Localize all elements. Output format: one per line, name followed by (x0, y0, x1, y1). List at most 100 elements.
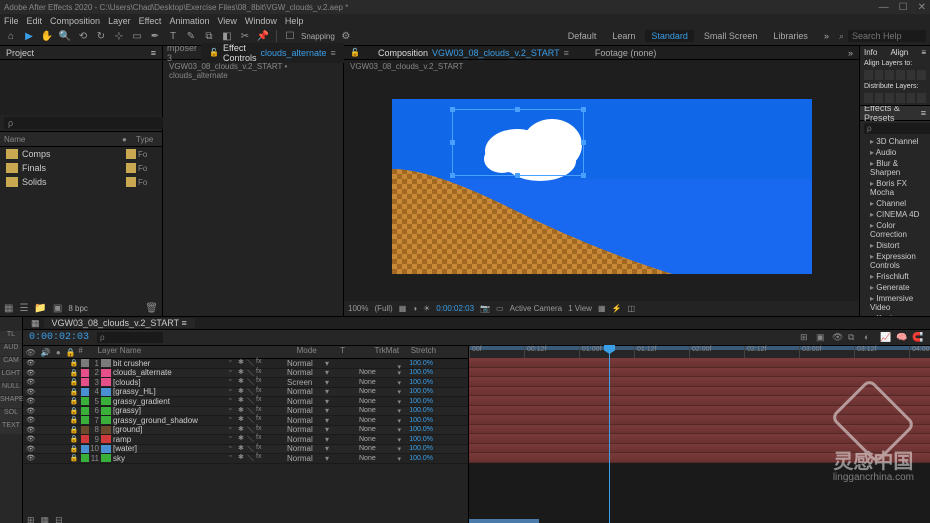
layer-color-label[interactable] (81, 426, 89, 434)
side-tab[interactable]: SOL (0, 409, 22, 421)
blend-mode-dropdown[interactable]: Normal (285, 435, 331, 444)
selection-bounding-box[interactable] (452, 109, 584, 176)
effect-category[interactable]: Immersive Video (860, 293, 930, 313)
menu-help[interactable]: Help (285, 16, 304, 26)
grid-icon[interactable]: ▦ (399, 304, 407, 313)
layer-name[interactable]: ramp (113, 435, 229, 444)
stretch-value[interactable]: 100.0% (403, 436, 433, 443)
layer-name[interactable]: [grassy_HL] (113, 387, 229, 396)
blend-mode-dropdown[interactable]: Normal (285, 416, 331, 425)
blend-mode-dropdown[interactable]: Normal (285, 368, 331, 377)
visibility-toggle[interactable]: 👁 (26, 454, 34, 462)
composition-viewer[interactable] (344, 72, 859, 301)
new-folder-icon[interactable]: 📁 (34, 303, 46, 314)
hide-shy-icon[interactable]: 👁 (832, 332, 844, 344)
lock-toggle[interactable]: 🔒 (70, 369, 78, 377)
layer-name[interactable]: [clouds] (113, 378, 229, 387)
trkmat-dropdown[interactable]: None (357, 436, 403, 443)
workspace-small-screen[interactable]: Small Screen (698, 30, 764, 42)
trkmat-dropdown[interactable]: None (357, 398, 403, 405)
effect-category[interactable]: Boris FX Mocha (860, 178, 930, 198)
layer-color-label[interactable] (81, 445, 89, 453)
playhead[interactable] (609, 346, 610, 523)
text-tool-icon[interactable]: T (166, 29, 180, 43)
layer-name[interactable]: bit crusher (113, 359, 229, 368)
effect-category[interactable]: Distort (860, 240, 930, 251)
delete-icon[interactable]: 🗑 (145, 303, 158, 314)
fast-preview-icon[interactable]: ⚡ (612, 304, 622, 313)
side-tab[interactable]: AUD (0, 344, 22, 356)
comp-mini-flowchart-icon[interactable]: ⊞ (800, 332, 812, 344)
stretch-value[interactable]: 100.0% (403, 360, 433, 367)
new-comp-icon[interactable]: ▣ (53, 303, 62, 314)
track-bar[interactable] (469, 377, 930, 387)
project-folder[interactable]: CompsFo (0, 147, 162, 161)
flowchart-icon[interactable]: ☰ (19, 303, 28, 314)
layer-name[interactable]: grassy_gradient (113, 397, 229, 406)
timecode-display[interactable]: 0:00:02:03 (436, 304, 474, 313)
channel-icon[interactable]: ◑ (412, 304, 417, 313)
visibility-toggle[interactable]: 👁 (26, 416, 34, 424)
layer-name[interactable]: grassy_ground_shadow (113, 416, 229, 425)
layer-color-label[interactable] (81, 416, 89, 424)
visibility-toggle[interactable]: 👁 (26, 407, 34, 415)
graph-editor-icon[interactable]: 📈 (880, 332, 892, 344)
pen-tool-icon[interactable]: ✒ (148, 29, 162, 43)
stretch-value[interactable]: 100.0% (403, 369, 433, 376)
layer-name[interactable]: [ground] (113, 425, 229, 434)
roto-tool-icon[interactable]: ✂ (238, 29, 252, 43)
lock-icon[interactable]: 🔓 (209, 48, 219, 57)
layer-name[interactable]: sky (113, 454, 229, 463)
lock-toggle[interactable]: 🔒 (70, 454, 78, 462)
track-bar[interactable] (469, 358, 930, 368)
minimize-icon[interactable]: — (879, 2, 889, 13)
trkmat-column[interactable]: TrkMat (363, 346, 411, 358)
stretch-value[interactable]: 100.0% (403, 407, 433, 414)
lock-icon[interactable]: 🔓 (350, 48, 360, 57)
search-help-input[interactable] (848, 30, 926, 42)
lock-toggle[interactable]: 🔒 (70, 378, 78, 386)
track-bar[interactable] (469, 425, 930, 435)
stretch-value[interactable]: 100.0% (403, 398, 433, 405)
snapping-toggle-icon[interactable]: ☐ (283, 29, 297, 43)
snapshot-icon[interactable]: 📷 (480, 304, 490, 313)
blend-mode-dropdown[interactable]: Screen (285, 378, 331, 387)
trkmat-dropdown[interactable]: None (357, 417, 403, 424)
project-search-input[interactable] (4, 117, 166, 129)
timeline-search-input[interactable] (97, 332, 163, 343)
blend-mode-dropdown[interactable]: Normal (285, 454, 331, 463)
panel-menu-icon[interactable]: ≡ (151, 48, 156, 58)
trkmat-dropdown[interactable]: None (357, 407, 403, 414)
effects-presets-tab[interactable]: Effects & Presets (864, 106, 921, 123)
effect-category[interactable]: Audio (860, 147, 930, 158)
menu-composition[interactable]: Composition (50, 16, 100, 26)
menu-window[interactable]: Window (245, 16, 277, 26)
track-bar[interactable] (469, 434, 930, 444)
workspace-learn[interactable]: Learn (606, 30, 641, 42)
visibility-toggle[interactable]: 👁 (26, 435, 34, 443)
layer-name[interactable]: [grassy] (113, 406, 229, 415)
blend-mode-dropdown[interactable]: Normal (285, 444, 331, 453)
workspace-standard[interactable]: Standard (645, 30, 694, 42)
workspace-default[interactable]: Default (562, 30, 603, 42)
effect-category[interactable]: Blur & Sharpen (860, 158, 930, 178)
effect-category[interactable]: 3D Channel (860, 136, 930, 147)
selection-tool-icon[interactable]: ▶ (22, 29, 36, 43)
lock-toggle[interactable]: 🔒 (70, 407, 78, 415)
layer-color-label[interactable] (81, 359, 89, 367)
visibility-toggle[interactable]: 👁 (26, 397, 34, 405)
trkmat-dropdown[interactable]: None (357, 388, 403, 395)
layer-color-label[interactable] (81, 454, 89, 462)
side-tab[interactable]: TEXT (0, 422, 22, 434)
trkmat-dropdown[interactable]: None (357, 426, 403, 433)
layer-name[interactable]: [water] (113, 444, 229, 453)
zoom-tool-icon[interactable]: 🔍 (58, 29, 72, 43)
home-icon[interactable]: ⌂ (4, 29, 18, 43)
footage-tab[interactable]: Footage (none) (587, 48, 665, 58)
hand-tool-icon[interactable]: ✋ (40, 29, 54, 43)
lock-toggle[interactable]: 🔒 (70, 445, 78, 453)
lock-toggle[interactable]: 🔒 (70, 359, 78, 367)
region-icon[interactable]: ▭ (496, 304, 504, 313)
visibility-toggle[interactable]: 👁 (26, 445, 34, 453)
eye-column-icon[interactable]: 👁 (26, 348, 36, 357)
